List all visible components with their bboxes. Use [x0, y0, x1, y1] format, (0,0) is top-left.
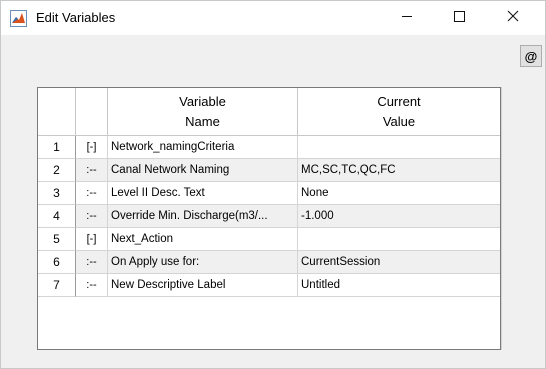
- tree-header: [76, 88, 108, 136]
- variable-name-cell[interactable]: Canal Network Naming: [108, 159, 298, 182]
- variable-name-header-line2: Name: [185, 114, 220, 129]
- close-button[interactable]: [490, 1, 536, 35]
- current-value-cell[interactable]: [298, 136, 500, 159]
- row-number: 3: [38, 182, 76, 205]
- tree-branch: :--: [76, 274, 108, 297]
- current-value-cell[interactable]: [298, 228, 500, 251]
- edit-variables-window: Edit Variables @ Variable Name Current V…: [0, 0, 546, 369]
- current-value-header[interactable]: Current Value: [298, 88, 500, 136]
- minimize-icon: [401, 9, 413, 27]
- tree-toggle[interactable]: [-]: [76, 136, 108, 159]
- current-value-cell[interactable]: CurrentSession: [298, 251, 500, 274]
- title-bar: Edit Variables: [1, 1, 545, 35]
- current-value-header-line1: Current: [377, 94, 421, 109]
- row-number: 5: [38, 228, 76, 251]
- table-row[interactable]: 4 :-- Override Min. Discharge(m3/... -1.…: [38, 205, 500, 228]
- variable-name-header-line1: Variable: [179, 94, 226, 109]
- tree-branch: :--: [76, 182, 108, 205]
- row-number: 7: [38, 274, 76, 297]
- variable-name-cell[interactable]: Network_namingCriteria: [108, 136, 298, 159]
- matlab-icon: [10, 10, 27, 27]
- scrollbar-track[interactable]: [501, 87, 516, 350]
- row-number: 4: [38, 205, 76, 228]
- variable-name-header[interactable]: Variable Name: [108, 88, 298, 136]
- close-icon: [507, 9, 519, 27]
- variables-table: Variable Name Current Value 1 [-] Networ…: [37, 87, 501, 350]
- variable-name-cell[interactable]: Next_Action: [108, 228, 298, 251]
- variable-name-cell[interactable]: Override Min. Discharge(m3/...: [108, 205, 298, 228]
- variable-name-cell[interactable]: New Descriptive Label: [108, 274, 298, 297]
- row-number: 6: [38, 251, 76, 274]
- table-row[interactable]: 7 :-- New Descriptive Label Untitled: [38, 274, 500, 297]
- table-row[interactable]: 6 :-- On Apply use for: CurrentSession: [38, 251, 500, 274]
- variable-name-cell[interactable]: Level II Desc. Text: [108, 182, 298, 205]
- window-title: Edit Variables: [36, 10, 116, 25]
- table-row[interactable]: 1 [-] Network_namingCriteria: [38, 136, 500, 159]
- current-value-cell[interactable]: -1.000: [298, 205, 500, 228]
- tree-toggle[interactable]: [-]: [76, 228, 108, 251]
- current-value-header-line2: Value: [382, 114, 416, 129]
- row-number: 1: [38, 136, 76, 159]
- current-value-cell[interactable]: MC,SC,TC,QC,FC: [298, 159, 500, 182]
- row-number-header: [38, 88, 76, 136]
- current-value-cell[interactable]: None: [298, 182, 500, 205]
- maximize-icon: [453, 9, 465, 27]
- table-row[interactable]: 2 :-- Canal Network Naming MC,SC,TC,QC,F…: [38, 159, 500, 182]
- row-number: 2: [38, 159, 76, 182]
- table-row[interactable]: 5 [-] Next_Action: [38, 228, 500, 251]
- variable-name-cell[interactable]: On Apply use for:: [108, 251, 298, 274]
- current-value-cell[interactable]: Untitled: [298, 274, 500, 297]
- tree-branch: :--: [76, 205, 108, 228]
- maximize-button[interactable]: [436, 1, 482, 35]
- table-row[interactable]: 3 :-- Level II Desc. Text None: [38, 182, 500, 205]
- table-header: Variable Name Current Value: [38, 88, 500, 136]
- tree-branch: :--: [76, 159, 108, 182]
- at-button[interactable]: @: [520, 45, 542, 67]
- tree-branch: :--: [76, 251, 108, 274]
- minimize-button[interactable]: [384, 1, 430, 35]
